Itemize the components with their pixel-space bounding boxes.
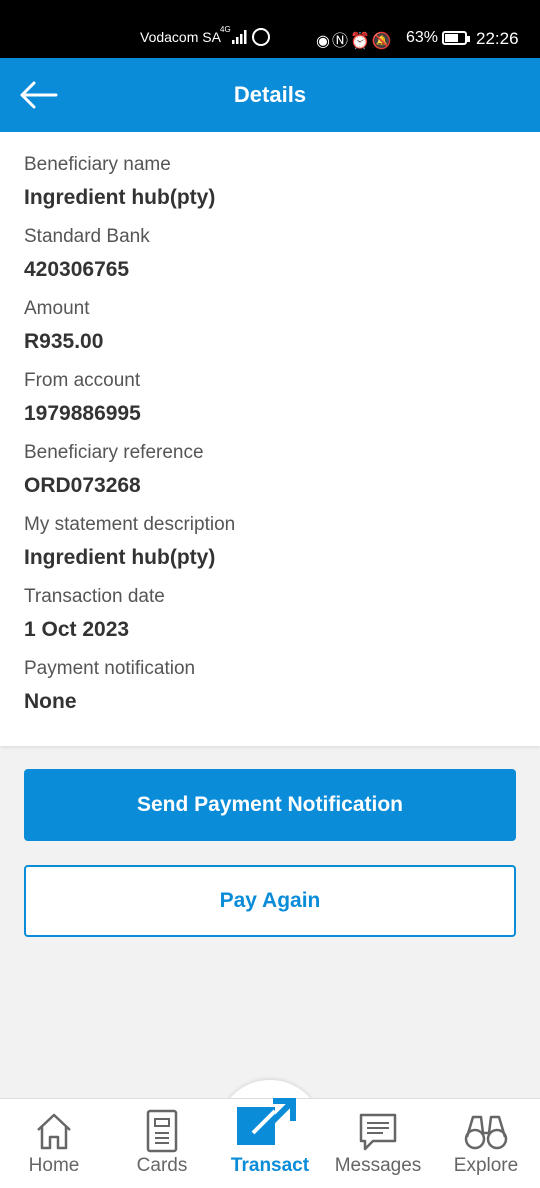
payment-notification-value: None [24, 690, 77, 713]
nav-transact-label: Transact [230, 1155, 310, 1176]
payment-notification-label: Payment notification [24, 658, 196, 679]
beneficiary-reference-value: ORD073268 [24, 474, 141, 497]
clock: 22:26 [476, 29, 519, 48]
message-icon [359, 1113, 397, 1151]
from-account-value: 1979886995 [24, 402, 141, 425]
whatsapp-icon [252, 28, 270, 46]
app-bar: Details [0, 58, 540, 132]
status-icons: ◉Ⓝ⏰🔕 [316, 27, 394, 51]
nav-cards-label: Cards [136, 1155, 188, 1176]
battery-percent: 63% [406, 29, 439, 46]
card-icon [146, 1109, 178, 1153]
nav-explore[interactable]: Explore [432, 1099, 540, 1188]
transfer-arrows-icon [237, 1098, 296, 1145]
bank-value: 420306765 [24, 258, 130, 281]
from-account-label: From account [24, 370, 141, 391]
nav-cards[interactable]: Cards [108, 1099, 216, 1188]
carrier-name: Vodacom SA [140, 29, 221, 45]
bank-label: Standard Bank [24, 226, 150, 247]
binoculars-icon [464, 1115, 508, 1150]
nav-transact[interactable]: Transact [216, 1098, 324, 1188]
page-title: Details [233, 82, 307, 107]
nav-explore-label: Explore [453, 1155, 519, 1176]
network-type: 4G [220, 25, 231, 34]
home-icon [37, 1113, 71, 1150]
statement-description-label: My statement description [24, 514, 236, 535]
mute-icon: 🔕 [371, 33, 394, 50]
details-card: Beneficiary name Ingredient hub(pty) Sta… [0, 132, 540, 746]
signal-icon [232, 30, 247, 44]
pay-again-button[interactable]: Pay Again [24, 865, 516, 937]
alarm-icon: ⏰ [349, 33, 372, 50]
amount-value: R935.00 [24, 330, 104, 353]
beneficiary-reference-label: Beneficiary reference [24, 442, 204, 463]
amount-label: Amount [24, 298, 90, 319]
nav-home-label: Home [28, 1155, 80, 1176]
battery-icon [442, 31, 470, 45]
beneficiary-name-label: Beneficiary name [24, 154, 171, 175]
nfc-icon: Ⓝ [331, 33, 350, 50]
nav-home[interactable]: Home [0, 1099, 108, 1188]
bottom-nav: Home Cards Transact Messages Explore [0, 1098, 540, 1188]
status-bar: Vodacom SA 4G ◉Ⓝ⏰🔕 63% 22:26 [0, 0, 540, 58]
send-payment-notification-button[interactable]: Send Payment Notification [24, 769, 516, 841]
nav-messages[interactable]: Messages [324, 1099, 432, 1188]
transaction-date-value: 1 Oct 2023 [24, 618, 130, 641]
beneficiary-name-value: Ingredient hub(pty) [24, 186, 216, 209]
eye-icon: ◉ [316, 33, 332, 50]
statement-description-value: Ingredient hub(pty) [24, 546, 216, 569]
nav-messages-label: Messages [334, 1155, 422, 1176]
transaction-date-label: Transaction date [24, 586, 165, 607]
